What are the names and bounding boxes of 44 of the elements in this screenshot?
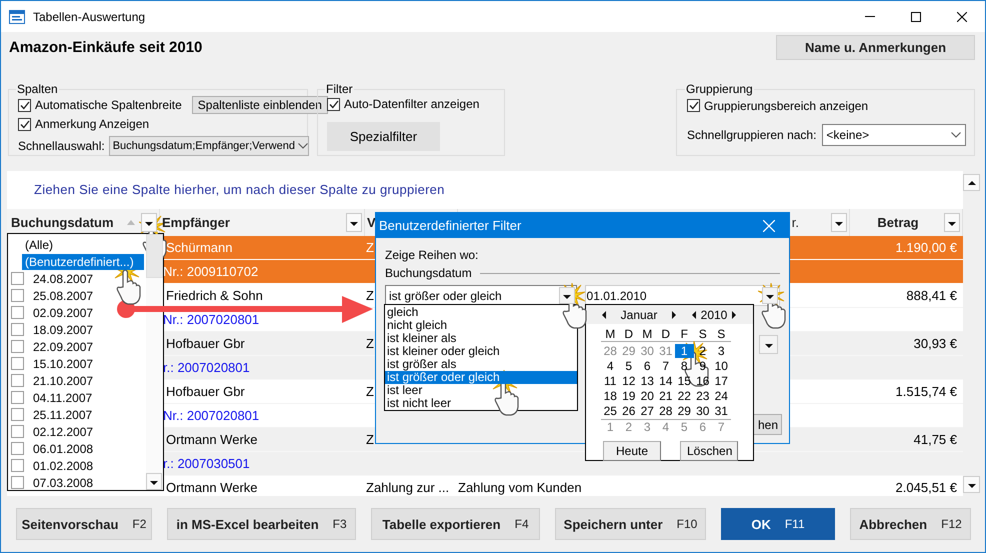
record-number: Nr.: 2007020801 [162,408,260,423]
window-title: Tabellen-Auswertung [33,10,146,24]
table-cell: Friedrich & Sohn [166,288,263,303]
year-label: 2010 [700,308,728,322]
table-cell: 1.515,74 € [896,384,957,399]
weekday-label: S [716,326,726,340]
group-title: Spalten [16,82,59,96]
table-cell: Hofbauer Gbr [166,384,245,399]
table-cell: 2.045,51 € [896,480,957,495]
record-number: Nr.: 2009110702 [162,264,258,279]
record-number: Nr.: 2007020801 [162,312,260,327]
table-cell: Ortmann Werke [166,432,258,447]
field-label: Schnellauswahl: [18,138,105,152]
weekday-label: F [680,326,689,340]
dialog-title: Benutzerdefinierter Filter [379,218,522,233]
weekday-label: S [698,326,708,340]
field-label: Schnellgruppieren nach: [687,128,816,142]
table-cell: Zahlung vom Kunden [458,480,582,495]
group-title: Filter [325,82,354,96]
record-number: r.: 2007030501 [162,456,250,471]
table-cell: 1.190,00 € [896,240,957,255]
record-number: r.: 2007020801 [162,360,250,375]
table-cell: Schürmann [166,240,232,255]
table-cell: Zahlung zur ... [366,480,450,495]
weekday-label: D [660,326,672,340]
weekday-label: M [604,326,616,340]
field-label: Buchungsdatum [385,266,472,280]
month-label: Januar [620,308,658,322]
table-cell: Ortmann Werke [166,480,258,495]
page-title: Amazon-Einkäufe seit 2010 [9,38,202,56]
table-cell: Z [366,432,374,447]
table-cell: Z [366,384,374,399]
table-cell: 888,41 € [906,288,957,303]
weekday-label: D [623,326,634,340]
table-cell: 41,75 € [914,432,957,447]
group-title: Gruppierung [685,82,754,96]
table-cell: 30,93 € [914,336,957,351]
dialog-prompt: Zeige Reihen wo: [385,247,480,264]
group-by-hint: Ziehen Sie eine Spalte hierher, um nach dieser Spalte zu gruppieren [33,181,446,199]
table-cell: Hofbauer Gbr [166,336,245,351]
weekday-label: M [641,326,654,340]
table-cell: Z [366,288,374,303]
table-cell: Z [366,240,374,255]
table-cell: Z [366,336,374,351]
